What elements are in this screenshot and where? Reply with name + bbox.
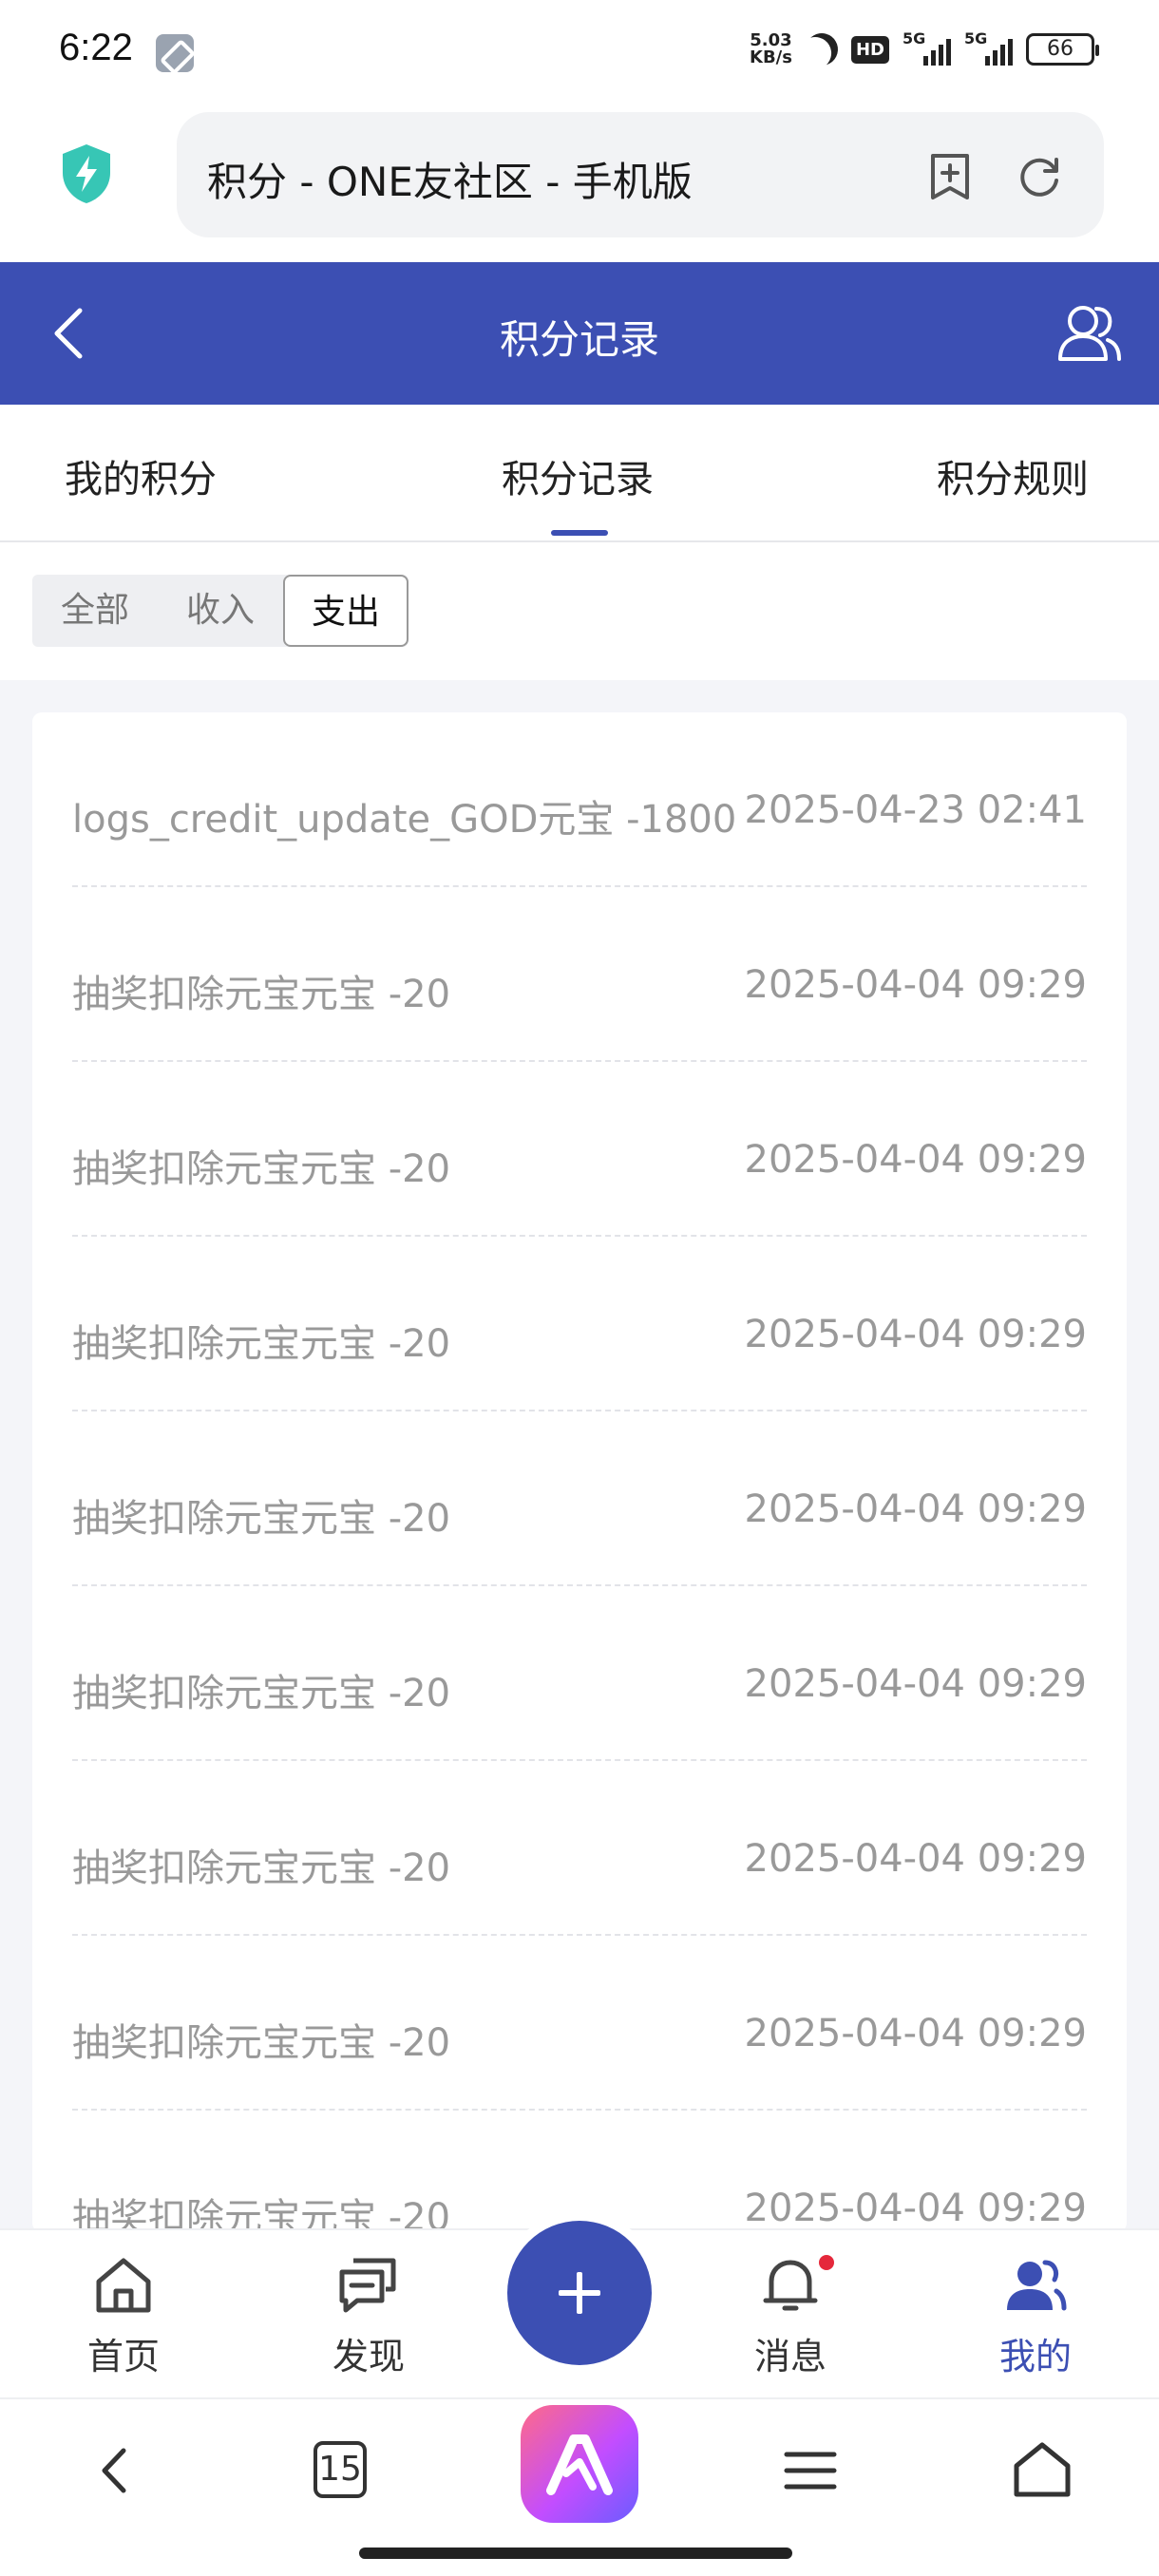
bell-icon <box>763 2260 818 2311</box>
list-item: 抽奖扣除元宝元宝 -20 2025-04-04 09:29 <box>72 1936 1087 2111</box>
shield-icon[interactable] <box>59 142 114 205</box>
tab-points-records[interactable]: 积分记录 <box>502 448 654 503</box>
signal-icon: 5G <box>902 29 951 66</box>
nav-home[interactable]: 首页 <box>48 2251 200 2379</box>
tab-bar: 我的积分 积分记录 积分规则 <box>0 405 1159 542</box>
signal-icon: 5G <box>964 29 1013 66</box>
ai-logo-icon <box>546 2434 613 2495</box>
record-time: 2025-04-04 09:29 <box>744 1138 1087 1182</box>
back-icon[interactable] <box>82 2437 148 2504</box>
tabs-count-button[interactable]: 15 <box>314 2441 367 2498</box>
record-time: 2025-04-04 09:29 <box>744 1487 1087 1531</box>
list-item: 抽奖扣除元宝元宝 -20 2025-04-04 09:29 <box>72 2111 1087 2232</box>
record-time: 2025-04-23 02:41 <box>744 788 1087 832</box>
record-time: 2025-04-04 09:29 <box>744 1313 1087 1356</box>
record-time: 2025-04-04 09:29 <box>744 1837 1087 1881</box>
battery-icon: 66 <box>1026 33 1099 66</box>
filter-segmented-control: 全部 收入 支出 <box>32 575 408 647</box>
chat-icon <box>339 2258 396 2313</box>
filter-bar: 全部 收入 支出 <box>0 542 1159 680</box>
do-not-disturb-icon <box>800 28 844 71</box>
address-bar[interactable]: 积分 - ONE友社区 - 手机版 <box>177 112 1104 237</box>
list-item: logs_credit_update_GOD元宝 -1800 2025-04-2… <box>72 712 1087 887</box>
record-time: 2025-04-04 09:29 <box>744 963 1087 1007</box>
nav-label: 我的 <box>998 2336 1072 2377</box>
list-item: 抽奖扣除元宝元宝 -20 2025-04-04 09:29 <box>72 1237 1087 1411</box>
list-item: 抽奖扣除元宝元宝 -20 2025-04-04 09:29 <box>72 887 1087 1062</box>
app-bottom-nav: 首页 发现 消息 我的 <box>0 2221 1159 2397</box>
list-item: 抽奖扣除元宝元宝 -20 2025-04-04 09:29 <box>72 1411 1087 1586</box>
list-item: 抽奖扣除元宝元宝 -20 2025-04-04 09:29 <box>72 1062 1087 1237</box>
add-post-button[interactable] <box>507 2221 652 2365</box>
tab-my-points[interactable]: 我的积分 <box>65 448 217 503</box>
nav-label: 首页 <box>86 2336 160 2377</box>
record-description: 抽奖扣除元宝元宝 -20 <box>72 973 451 1016</box>
list-item: 抽奖扣除元宝元宝 -20 2025-04-04 09:29 <box>72 1761 1087 1936</box>
records-list: logs_credit_update_GOD元宝 -1800 2025-04-2… <box>32 712 1127 2232</box>
record-description: 抽奖扣除元宝元宝 -20 <box>72 1147 451 1191</box>
record-time: 2025-04-04 09:29 <box>744 1662 1087 1706</box>
record-description: 抽奖扣除元宝元宝 -20 <box>72 1847 451 1890</box>
filter-income-button[interactable]: 收入 <box>158 575 283 647</box>
record-description: 抽奖扣除元宝元宝 -20 <box>72 1497 451 1541</box>
wrench-icon <box>156 34 194 72</box>
nav-discover[interactable]: 发现 <box>293 2251 445 2379</box>
record-description: logs_credit_update_GOD元宝 -1800 <box>72 798 737 842</box>
home-icon <box>96 2258 151 2313</box>
network-speed: 5.03 KB/s <box>750 30 792 67</box>
nav-label: 消息 <box>753 2336 826 2377</box>
user-group-icon <box>1007 2260 1067 2311</box>
record-time: 2025-04-04 09:29 <box>744 2187 1087 2230</box>
nav-label: 发现 <box>332 2336 405 2377</box>
reload-icon[interactable] <box>1015 152 1064 201</box>
list-item: 抽奖扣除元宝元宝 -20 2025-04-04 09:29 <box>72 1586 1087 1761</box>
app-header: 积分记录 <box>0 262 1159 405</box>
ai-assistant-button[interactable] <box>521 2405 638 2523</box>
record-description: 抽奖扣除元宝元宝 -20 <box>72 1672 451 1715</box>
record-description: 抽奖扣除元宝元宝 -20 <box>72 2196 451 2232</box>
record-description: 抽奖扣除元宝元宝 -20 <box>72 1322 451 1366</box>
address-title: 积分 - ONE友社区 - 手机版 <box>207 159 693 205</box>
record-description: 抽奖扣除元宝元宝 -20 <box>72 2021 451 2065</box>
status-time: 6:22 <box>59 27 133 68</box>
home-icon[interactable] <box>1009 2437 1075 2504</box>
users-icon[interactable] <box>1056 300 1123 367</box>
tab-points-rules[interactable]: 积分规则 <box>937 448 1089 503</box>
nav-mine[interactable]: 我的 <box>960 2251 1112 2379</box>
nav-messages[interactable]: 消息 <box>714 2251 866 2379</box>
record-time: 2025-04-04 09:29 <box>744 2012 1087 2055</box>
active-tab-indicator <box>551 530 608 536</box>
home-indicator <box>359 2548 792 2559</box>
add-bookmark-icon[interactable] <box>927 152 973 201</box>
menu-icon[interactable] <box>777 2437 844 2504</box>
filter-all-button[interactable]: 全部 <box>32 575 158 647</box>
notification-dot <box>819 2255 834 2270</box>
filter-expense-button[interactable]: 支出 <box>283 575 408 647</box>
browser-toolbar: 积分 - ONE友社区 - 手机版 <box>0 104 1159 262</box>
hd-badge: HD <box>850 35 889 64</box>
browser-bottom-bar: 15 <box>0 2397 1159 2576</box>
status-bar: 6:22 5.03 KB/s HD 5G 5G 66 <box>0 0 1159 104</box>
page-title: 积分记录 <box>499 316 659 363</box>
status-indicators: 5.03 KB/s HD 5G 5G 66 <box>750 29 1099 67</box>
